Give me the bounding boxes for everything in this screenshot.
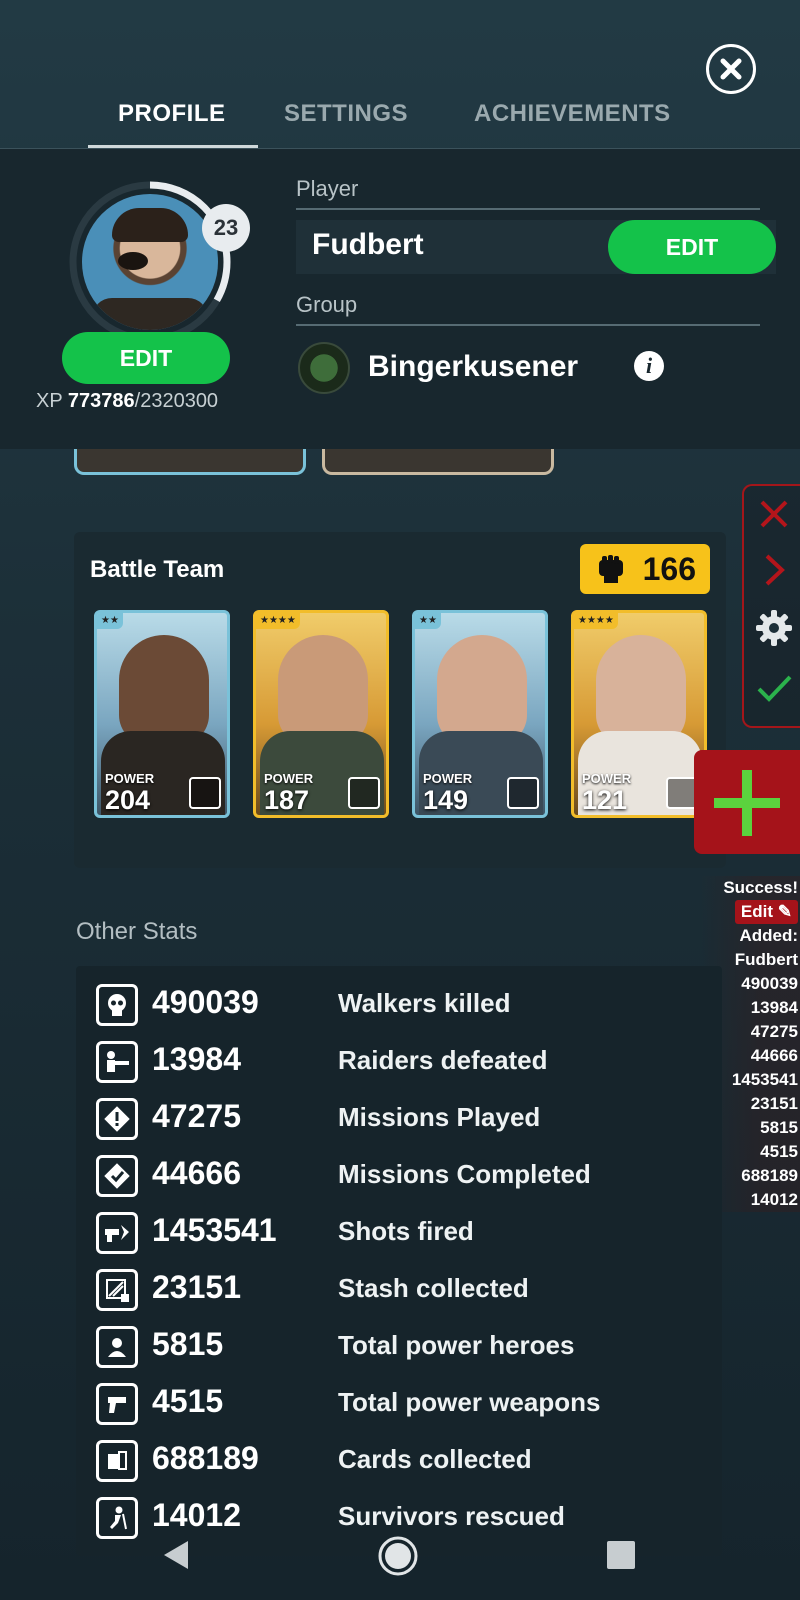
overlay-success: Success! bbox=[723, 878, 798, 897]
back-icon[interactable] bbox=[160, 1538, 192, 1572]
stash-icon bbox=[96, 1269, 138, 1311]
close-icon[interactable] bbox=[754, 494, 794, 534]
hero-stars: ★★ bbox=[97, 613, 123, 629]
stat-row: 490039 Walkers killed bbox=[96, 980, 716, 1028]
hero-card[interactable]: ★★★★ POWER 121 bbox=[571, 610, 707, 818]
hero-power-label: POWER bbox=[105, 771, 155, 786]
tab-settings[interactable]: SETTINGS bbox=[284, 100, 408, 128]
stat-value: 4515 bbox=[152, 1383, 224, 1419]
fist-icon bbox=[599, 555, 623, 583]
mission-check-icon bbox=[96, 1155, 138, 1197]
system-nav-bar bbox=[0, 1530, 800, 1600]
stat-label: Shots fired bbox=[338, 1216, 474, 1246]
edit-avatar-button[interactable]: EDIT bbox=[62, 332, 230, 384]
hero-power: 149 bbox=[423, 785, 469, 815]
stat-row: 5815 Total power heroes bbox=[96, 1322, 716, 1370]
avatar-container bbox=[68, 180, 232, 344]
stat-row: 13984 Raiders defeated bbox=[96, 1037, 716, 1085]
overlay-tool-panel bbox=[742, 484, 800, 728]
stat-row: 23151 Stash collected bbox=[96, 1265, 716, 1313]
mission-alert-icon bbox=[96, 1098, 138, 1140]
divider bbox=[296, 208, 760, 210]
info-icon[interactable]: i bbox=[634, 351, 664, 381]
weapon-icon bbox=[96, 1383, 138, 1425]
close-icon bbox=[720, 58, 742, 80]
stat-value: 14012 bbox=[152, 1497, 241, 1533]
edit-name-button[interactable]: EDIT bbox=[608, 220, 776, 274]
avatar[interactable] bbox=[82, 194, 218, 330]
stat-label: Stash collected bbox=[338, 1273, 529, 1303]
xp-readout: XP 773786/2320300 bbox=[36, 390, 218, 413]
stat-value: 688189 bbox=[152, 1440, 259, 1476]
chevron-right-icon[interactable] bbox=[754, 550, 794, 590]
tab-achievements[interactable]: ACHIEVEMENTS bbox=[474, 100, 671, 128]
divider bbox=[296, 324, 760, 326]
stat-value: 23151 bbox=[152, 1269, 241, 1305]
level-badge: 23 bbox=[202, 204, 250, 252]
stat-row: 1453541 Shots fired bbox=[96, 1208, 716, 1256]
stat-value: 44666 bbox=[152, 1155, 241, 1191]
stat-label: Missions Completed bbox=[338, 1159, 591, 1189]
stat-value: 1453541 bbox=[152, 1212, 277, 1248]
hero-power: 204 bbox=[105, 785, 151, 815]
hero-power: 187 bbox=[264, 785, 310, 815]
stat-label: Survivors rescued bbox=[338, 1501, 565, 1531]
cards-icon bbox=[96, 1440, 138, 1482]
group-emblem-icon[interactable] bbox=[298, 342, 350, 394]
overlay-edit-button[interactable]: Edit ✎ bbox=[734, 900, 798, 924]
stat-label: Cards collected bbox=[338, 1444, 532, 1474]
stat-value: 13984 bbox=[152, 1041, 241, 1077]
shot-icon bbox=[96, 1212, 138, 1254]
stat-value: 47275 bbox=[152, 1098, 241, 1134]
gear-icon[interactable] bbox=[754, 608, 794, 648]
overlay-added: Added: bbox=[739, 926, 798, 945]
checkmark-icon[interactable] bbox=[754, 668, 794, 708]
stat-label: Walkers killed bbox=[338, 988, 511, 1018]
rifle-icon bbox=[348, 777, 380, 809]
group-name[interactable]: Bingerkusener bbox=[368, 350, 578, 384]
team-power-value: 166 bbox=[642, 550, 696, 587]
hero-icon bbox=[96, 1326, 138, 1368]
home-icon[interactable] bbox=[376, 1534, 420, 1578]
battle-team-title: Battle Team bbox=[90, 556, 225, 583]
player-name: Fudbert bbox=[312, 228, 424, 261]
hero-power: 121 bbox=[582, 785, 628, 815]
tab-profile[interactable]: PROFILE bbox=[118, 100, 226, 128]
close-button[interactable] bbox=[706, 44, 756, 94]
stat-label: Missions Played bbox=[338, 1102, 541, 1132]
stat-value: 490039 bbox=[152, 984, 259, 1020]
group-label: Group bbox=[296, 292, 358, 317]
hero-stars: ★★★★ bbox=[574, 613, 618, 629]
player-label: Player bbox=[296, 176, 359, 201]
other-stats-title: Other Stats bbox=[76, 918, 198, 945]
stat-row: 688189 Cards collected bbox=[96, 1436, 716, 1484]
hero-power-label: POWER bbox=[264, 771, 314, 786]
skull-icon bbox=[96, 984, 138, 1026]
hero-power-label: POWER bbox=[423, 771, 473, 786]
pistol-icon bbox=[189, 777, 221, 809]
stat-row: 4515 Total power weapons bbox=[96, 1379, 716, 1427]
hero-card[interactable]: ★★★★ POWER 187 bbox=[253, 610, 389, 818]
xp-current: 773786 bbox=[67, 390, 135, 412]
hero-card[interactable]: ★★ POWER 204 bbox=[94, 610, 230, 818]
stat-row: 44666 Missions Completed bbox=[96, 1151, 716, 1199]
hero-power-label: POWER bbox=[582, 771, 632, 786]
hero-card[interactable]: ★★ POWER 149 bbox=[412, 610, 548, 818]
xp-total: /2320300 bbox=[134, 390, 219, 412]
xp-label: XP bbox=[36, 390, 63, 412]
hero-stars: ★★★★ bbox=[256, 613, 300, 629]
stat-label: Raiders defeated bbox=[338, 1045, 548, 1075]
shotgun-icon bbox=[507, 777, 539, 809]
stat-value: 5815 bbox=[152, 1326, 224, 1362]
stat-row: 47275 Missions Played bbox=[96, 1094, 716, 1142]
plus-icon bbox=[714, 770, 780, 836]
stat-label: Total power heroes bbox=[338, 1330, 575, 1360]
stat-label: Total power weapons bbox=[338, 1387, 601, 1417]
recents-icon[interactable] bbox=[606, 1540, 636, 1570]
add-button[interactable] bbox=[694, 750, 800, 854]
hero-stars: ★★ bbox=[415, 613, 441, 629]
raider-icon bbox=[96, 1041, 138, 1083]
